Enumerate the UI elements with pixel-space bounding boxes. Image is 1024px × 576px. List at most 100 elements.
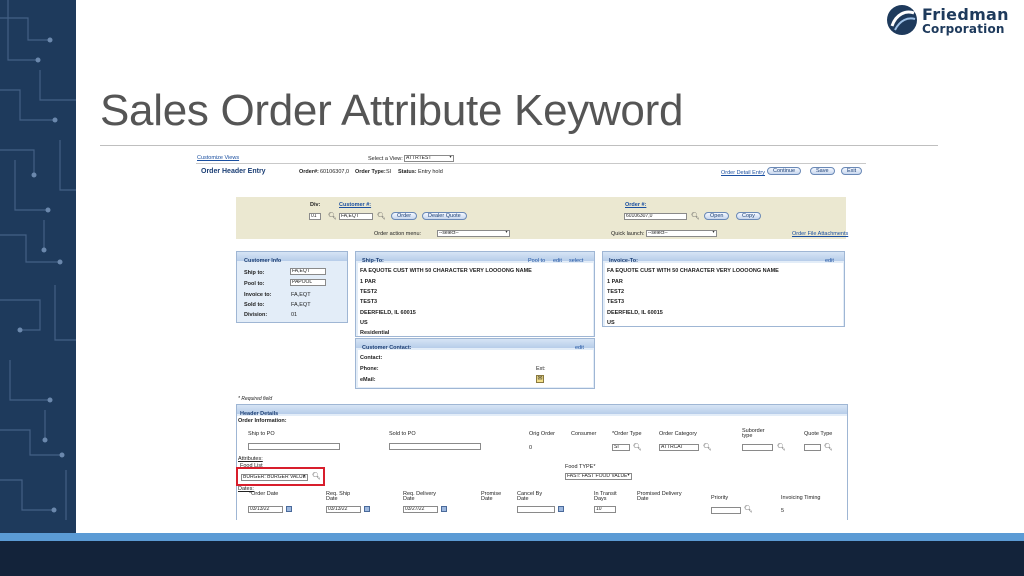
order-num-input[interactable]: 60106307,0	[624, 213, 687, 220]
pool-to-label: Pool to:	[244, 281, 265, 287]
ship-to-line: US	[360, 320, 368, 326]
continue-button[interactable]: Continue	[767, 167, 802, 175]
email-compose-icon[interactable]: ✉	[536, 375, 544, 383]
in-transit-days-label: In Transit Days	[594, 491, 617, 502]
ship-to-input[interactable]: FA,EQT	[290, 268, 326, 275]
sold-to-po-input[interactable]	[389, 443, 481, 450]
invoice-to-value: FA,EQT	[291, 292, 311, 298]
suborder-type-search-icon[interactable]: 🔍︎	[777, 444, 786, 451]
contact-label: Contact:	[360, 355, 383, 361]
order-type-field-label: *Order Type	[612, 431, 642, 437]
ship-to-line: TEST2	[360, 289, 378, 295]
customer-search-icon[interactable]: 🔍︎	[377, 213, 386, 220]
customer-contact-panel: Customer Contact: edit Contact: Phone: E…	[355, 338, 595, 389]
left-decorative-band	[0, 0, 76, 533]
promised-delivery-date-label: Promised Delivery Date	[637, 491, 682, 502]
customer-input[interactable]: FA,EQT	[339, 213, 373, 220]
suborder-type-label: Suborder type	[742, 428, 765, 439]
sold-to-value: FA,EQT	[291, 302, 311, 308]
promise-date-label: Promise Date	[481, 491, 502, 502]
req-delivery-date-input[interactable]: 03/27/22	[403, 506, 438, 513]
quote-type-label: Quote Type	[804, 431, 833, 437]
ext-label: Ext:	[536, 366, 546, 372]
order-detail-entry-link[interactable]: Order Detail Entry	[721, 170, 765, 176]
consumer-label: Consumer	[571, 431, 597, 437]
order-info-label: Order Information:	[238, 418, 287, 424]
food-type-label: Food TYPE*	[565, 464, 596, 470]
req-ship-calendar-icon[interactable]	[364, 506, 370, 512]
action-menu-dropdown[interactable]: --select--	[437, 230, 510, 237]
div-input[interactable]: 01	[309, 213, 321, 220]
ship-to-line: Residential	[360, 330, 390, 336]
order-num-label[interactable]: Order #:	[625, 202, 646, 208]
ship-to-label: Ship to:	[244, 270, 265, 276]
order-button[interactable]: Order	[391, 212, 418, 220]
ship-to-line: 1 PAR	[360, 279, 376, 285]
copy-button[interactable]: Copy	[736, 212, 761, 220]
req-delivery-calendar-icon[interactable]	[441, 506, 447, 512]
erp-screenshot: Customize Views Select a View: ATTRTEST …	[196, 152, 866, 520]
email-label: eMail:	[360, 377, 376, 383]
contact-details: Contact: Phone: Ext: eMail: ✉	[358, 350, 593, 387]
required-field-note: * Required field	[238, 396, 273, 402]
req-ship-date-input[interactable]: 03/13/22	[326, 506, 361, 513]
title-divider	[100, 145, 938, 146]
req-ship-date-label: Req. Ship Date	[326, 491, 351, 502]
food-list-highlight-box	[236, 467, 325, 486]
orig-order-value: 0	[529, 445, 533, 451]
header-details-header	[237, 405, 847, 414]
order-date-calendar-icon[interactable]	[286, 506, 292, 512]
priority-input[interactable]	[711, 507, 741, 514]
company-logo: Friedman Corporation	[886, 4, 1016, 40]
circuit-pattern	[0, 0, 76, 520]
quote-type-input[interactable]	[804, 444, 821, 451]
action-menu-label: Order action menu:	[374, 231, 422, 237]
invoice-to-line: 1 PAR	[607, 279, 623, 285]
customize-views-link[interactable]: Customize Views	[197, 155, 239, 161]
order-category-input[interactable]: ATTRCAT	[659, 444, 699, 451]
globe-logo-icon	[887, 5, 917, 35]
order-no-value: 60106307,0	[320, 169, 350, 175]
quote-type-search-icon[interactable]: 🔍︎	[824, 444, 833, 451]
ship-to-line: DEERFIELD, IL 60015	[360, 310, 416, 316]
order-date-input[interactable]: 03/13/22	[248, 506, 283, 513]
ship-to-line: FA EQUOTE CUST WITH 50 CHARACTER VERY LO…	[360, 268, 532, 274]
customer-info-title: Customer Info	[244, 258, 282, 264]
division-value: 01	[291, 312, 298, 318]
page-heading: Order Header Entry	[201, 168, 266, 175]
header-details-body: Order Information: Ship to PO Sold to PO…	[237, 416, 847, 520]
suborder-type-input[interactable]	[742, 444, 773, 451]
invoicing-timing-label: Invoicing Timing	[781, 495, 821, 501]
order-category-label: Order Category	[659, 431, 697, 437]
invoicing-timing-value: 5	[781, 508, 785, 514]
order-type-search-icon[interactable]: 🔍︎	[633, 444, 642, 451]
ship-to-po-input[interactable]	[248, 443, 340, 450]
footer-accent-band	[0, 533, 1024, 541]
order-type-input[interactable]: SI	[612, 444, 630, 451]
in-transit-days-input[interactable]: 10	[594, 506, 616, 513]
req-delivery-date-label: Req. Delivery Date	[403, 491, 437, 502]
pool-to-input[interactable]: PAPOOL	[290, 279, 326, 286]
customer-label[interactable]: Customer #:	[339, 202, 371, 208]
priority-search-icon[interactable]: 🔍︎	[744, 506, 753, 513]
invoice-to-panel: Invoice-To: edit FA EQUOTE CUST WITH 50 …	[602, 251, 845, 327]
invoice-to-label: Invoice to:	[244, 292, 272, 298]
open-button[interactable]: Open	[704, 212, 730, 220]
slide-title: Sales Order Attribute Keyword	[100, 86, 684, 135]
exit-button[interactable]: Exit	[841, 167, 863, 175]
save-button[interactable]: Save	[810, 167, 835, 175]
order-num-search-icon[interactable]: 🔍︎	[691, 213, 700, 220]
file-attachments-link[interactable]: Order File Attachments	[792, 231, 848, 237]
cancel-by-date-input[interactable]	[517, 506, 555, 513]
select-view-dropdown[interactable]: ATTRTEST	[404, 155, 454, 162]
food-type-dropdown[interactable]: FAST: FAST FOOD VALUE	[565, 473, 632, 480]
footer-band	[0, 541, 1024, 576]
ship-to-panel: Ship-To: Pool to edit select FA EQUOTE C…	[355, 251, 595, 337]
cancel-by-calendar-icon[interactable]	[558, 506, 564, 512]
order-category-search-icon[interactable]: 🔍︎	[703, 444, 712, 451]
attributes-label: Attributes:	[238, 456, 263, 462]
order-no-label: Order#:	[299, 169, 319, 175]
dealer-quote-button[interactable]: Dealer Quote	[422, 212, 467, 220]
div-search-icon[interactable]: 🔍︎	[328, 213, 337, 220]
quick-launch-dropdown[interactable]: --select--	[646, 230, 717, 237]
